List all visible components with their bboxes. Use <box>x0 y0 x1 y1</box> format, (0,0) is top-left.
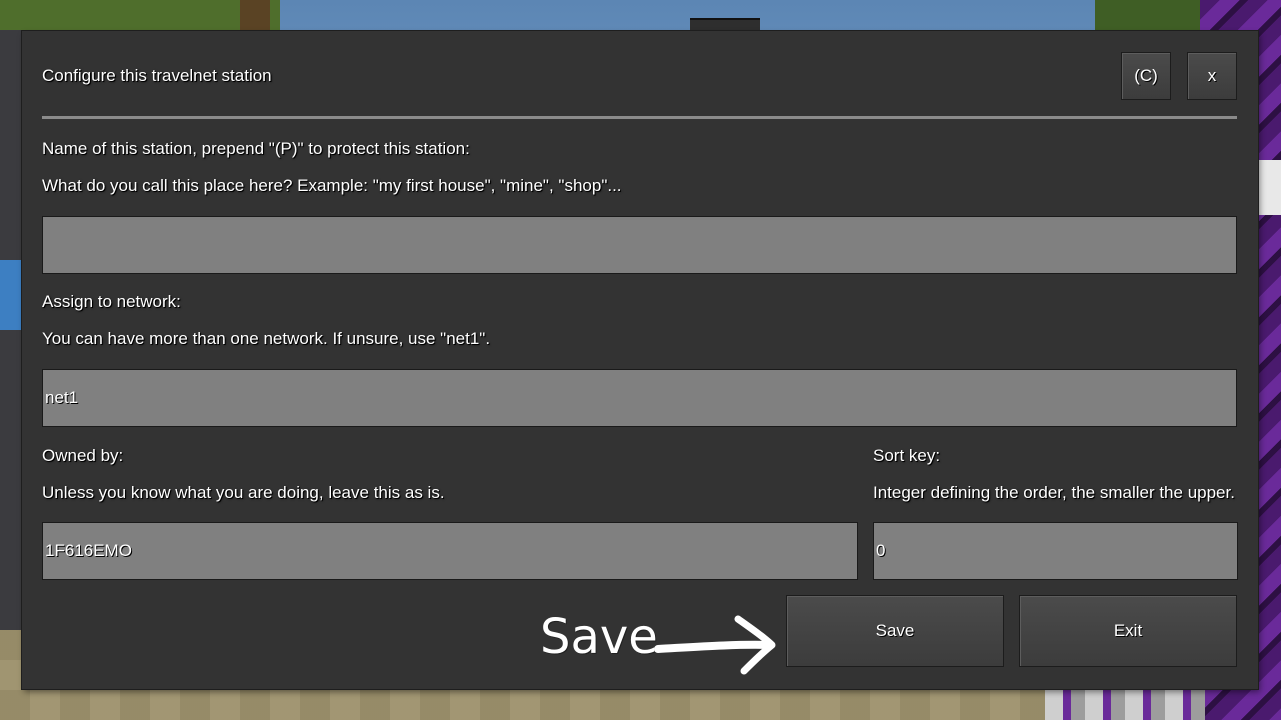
exit-button[interactable]: Exit <box>1019 595 1237 667</box>
water-block <box>0 260 22 330</box>
credits-button[interactable]: (C) <box>1121 52 1171 100</box>
sort-key-input[interactable] <box>873 522 1238 580</box>
annotation-save-text: Save <box>540 609 658 665</box>
owner-help: Unless you know what you are doing, leav… <box>42 483 445 502</box>
owner-input[interactable] <box>42 522 858 580</box>
tree-trunk <box>240 0 270 32</box>
station-name-input[interactable] <box>42 216 1237 274</box>
network-label: Assign to network: <box>42 292 181 311</box>
sort-key-label: Sort key: <box>873 446 941 465</box>
station-name-help: What do you call this place here? Exampl… <box>42 176 622 195</box>
hand-drawn-arrow-icon <box>654 615 776 675</box>
dialog-title: Configure this travelnet station <box>42 66 272 85</box>
stone-wall <box>0 30 22 630</box>
sort-key-help: Integer defining the order, the smaller … <box>873 483 1235 502</box>
owner-label: Owned by: <box>42 446 124 465</box>
network-help: You can have more than one network. If u… <box>42 329 491 348</box>
title-separator <box>42 116 1237 119</box>
travelnet-config-dialog: Configure this travelnet station (C) x N… <box>22 31 1258 689</box>
white-block <box>1258 160 1281 215</box>
purple-structure-base <box>1045 688 1205 720</box>
save-button[interactable]: Save <box>786 595 1004 667</box>
station-name-label: Name of this station, prepend "(P)" to p… <box>42 139 470 158</box>
network-input[interactable] <box>42 369 1237 427</box>
close-button[interactable]: x <box>1187 52 1237 100</box>
